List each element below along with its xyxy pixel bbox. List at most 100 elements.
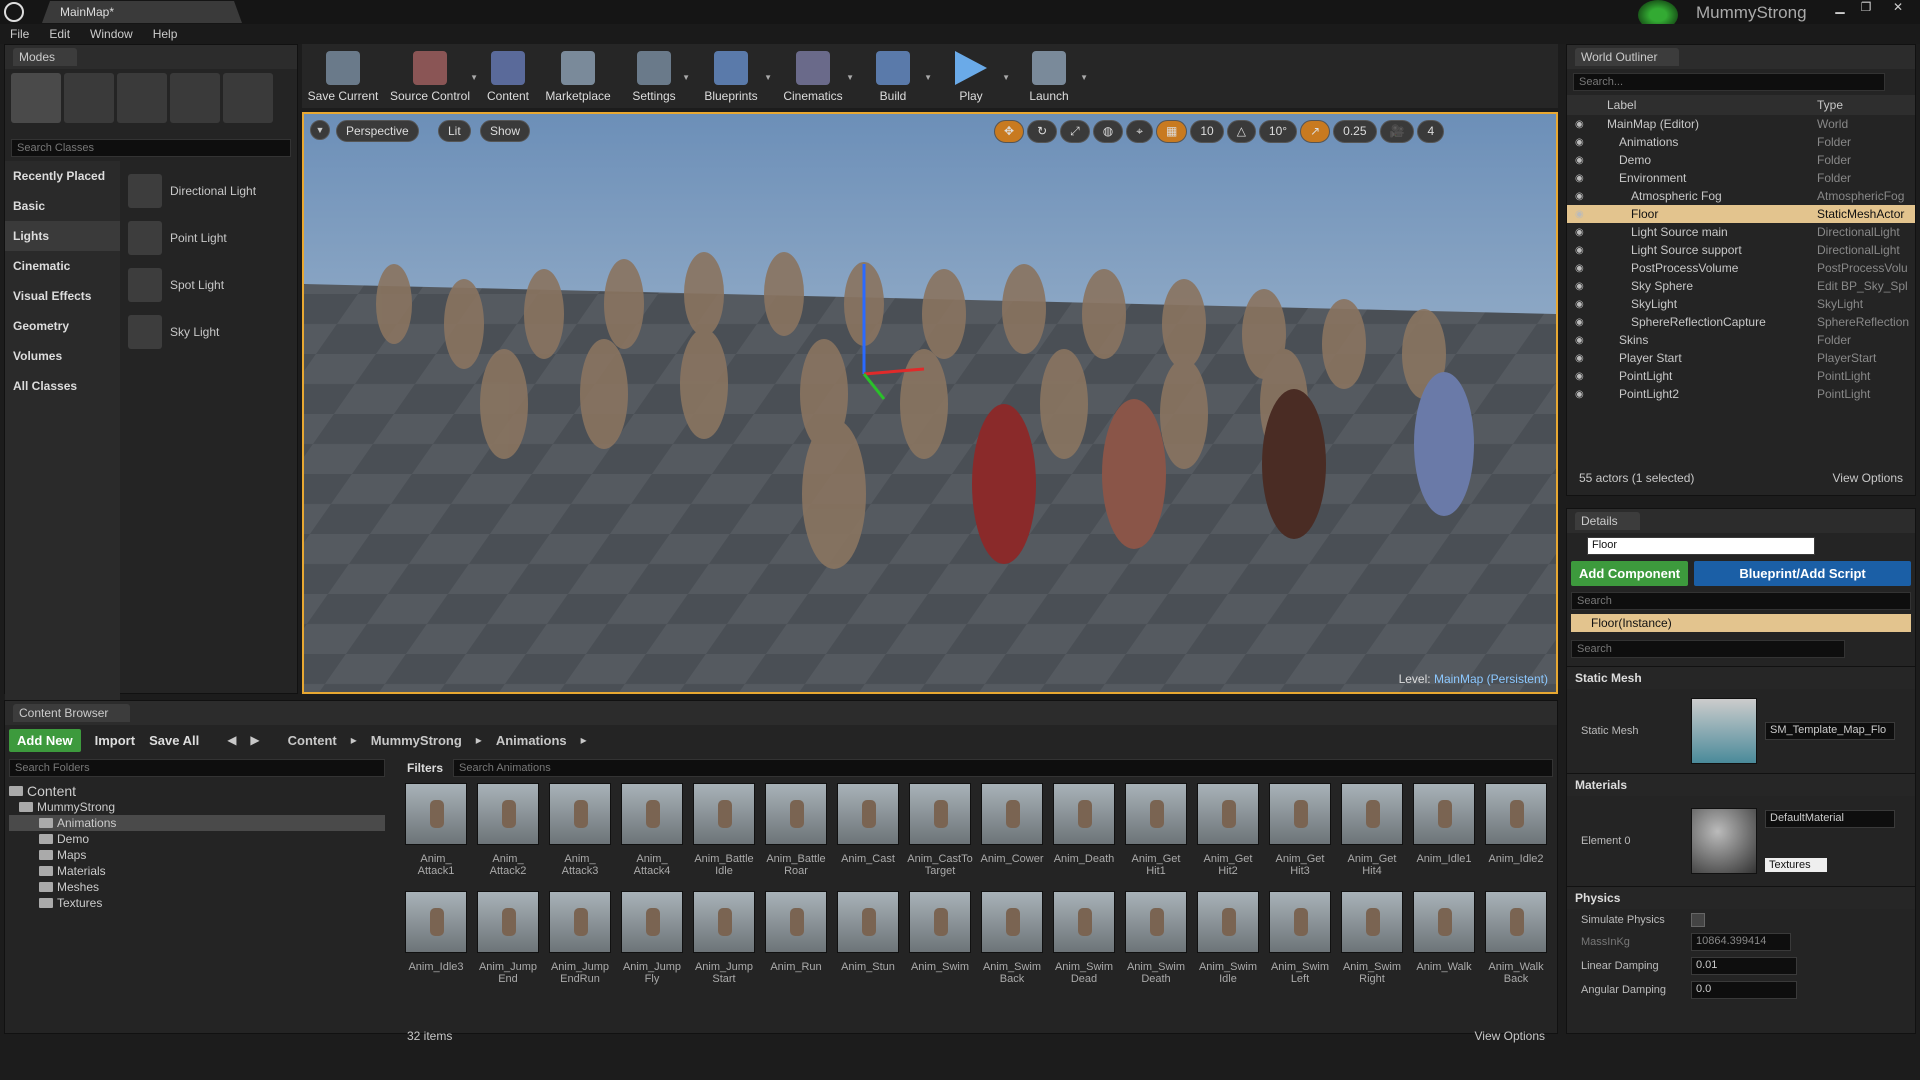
- back-icon[interactable]: ◀: [227, 733, 236, 747]
- outliner-row[interactable]: ◉ PointLight PointLight: [1567, 367, 1915, 385]
- category-volumes[interactable]: Volumes: [5, 341, 120, 371]
- asset-tile[interactable]: Anim_Get Hit4: [1339, 783, 1405, 891]
- details-property-search[interactable]: Search: [1571, 640, 1845, 658]
- outliner-view-options[interactable]: View Options: [1833, 471, 1903, 485]
- outliner-row[interactable]: ◉ Sky Sphere Edit BP_Sky_Spl: [1567, 277, 1915, 295]
- visibility-eye-icon[interactable]: ◉: [1575, 119, 1589, 130]
- close-icon[interactable]: ✕: [1880, 0, 1916, 16]
- minimize-icon[interactable]: ▁: [1828, 0, 1852, 16]
- asset-tile[interactable]: Anim_Walk Back: [1483, 891, 1549, 999]
- launch-button[interactable]: Launch ▼: [1010, 47, 1088, 105]
- category-geometry[interactable]: Geometry: [5, 311, 120, 341]
- asset-tile[interactable]: Anim_ Attack4: [619, 783, 685, 891]
- menu-edit[interactable]: Edit: [39, 24, 80, 44]
- menu-window[interactable]: Window: [80, 24, 143, 44]
- asset-tile[interactable]: Anim_Cower: [979, 783, 1045, 891]
- folder-mummystrong[interactable]: MummyStrong: [9, 799, 385, 815]
- scale-icon[interactable]: ⤢: [1060, 120, 1090, 143]
- source-control-button[interactable]: Source Control ▼: [382, 47, 478, 105]
- textures-dropdown[interactable]: Textures: [1765, 858, 1827, 872]
- blueprints-button[interactable]: Blueprints ▼: [690, 47, 772, 105]
- outliner-row[interactable]: ◉ Skins Folder: [1567, 331, 1915, 349]
- outliner-row[interactable]: ◉ Light Source support DirectionalLight: [1567, 241, 1915, 259]
- level-viewport[interactable]: ▼ Perspective Lit Show ✥ ↻ ⤢ ◍ ⌖ ▦ 10 △ …: [302, 112, 1558, 694]
- angular-damping-field[interactable]: 0.0: [1691, 981, 1797, 999]
- grid-snap-icon[interactable]: ▦: [1155, 120, 1188, 143]
- geometry-mode-icon[interactable]: [223, 73, 273, 123]
- asset-tile[interactable]: Anim_Idle1: [1411, 783, 1477, 891]
- visibility-eye-icon[interactable]: ◉: [1575, 389, 1589, 400]
- asset-tile[interactable]: Anim_Swim Back: [979, 891, 1045, 999]
- outliner-row[interactable]: ◉ Atmospheric Fog AtmosphericFog: [1567, 187, 1915, 205]
- foliage-mode-icon[interactable]: [170, 73, 220, 123]
- folder-meshes[interactable]: Meshes: [9, 879, 385, 895]
- camera-speed-value[interactable]: 4: [1417, 120, 1445, 143]
- component-instance-row[interactable]: Floor(Instance): [1571, 614, 1911, 632]
- play-button[interactable]: Play ▼: [932, 47, 1010, 105]
- asset-tile[interactable]: Anim_Idle3: [403, 891, 469, 999]
- outliner-row[interactable]: ◉ PostProcessVolume PostProcessVolu: [1567, 259, 1915, 277]
- actor-name-field[interactable]: Floor: [1587, 537, 1815, 555]
- place-mode-icon[interactable]: [11, 73, 61, 123]
- category-all-classes[interactable]: All Classes: [5, 371, 120, 401]
- outliner-row[interactable]: ◉ Player Start PlayerStart: [1567, 349, 1915, 367]
- simulate-physics-checkbox[interactable]: [1691, 913, 1705, 927]
- unreal-logo-icon[interactable]: [4, 2, 24, 22]
- marketplace-button[interactable]: Marketplace: [538, 47, 618, 105]
- physics-section[interactable]: Physics: [1567, 886, 1915, 909]
- rotate-icon[interactable]: ↻: [1027, 120, 1058, 143]
- lit-button[interactable]: Lit: [438, 120, 471, 142]
- cinematics-button[interactable]: Cinematics ▼: [772, 47, 854, 105]
- placeable-directional-light[interactable]: Directional Light: [120, 167, 297, 214]
- filters-button[interactable]: Filters: [403, 759, 447, 777]
- path-animations[interactable]: Animations: [496, 733, 567, 748]
- asset-tile[interactable]: Anim_Idle2: [1483, 783, 1549, 891]
- asset-tile[interactable]: Anim_ Attack1: [403, 783, 469, 891]
- rotation-snap-icon[interactable]: △: [1226, 120, 1256, 143]
- asset-tile[interactable]: Anim_CastTo Target: [907, 783, 973, 891]
- details-component-search[interactable]: Search: [1571, 592, 1911, 610]
- asset-tile[interactable]: Anim_ Attack2: [475, 783, 541, 891]
- outliner-row[interactable]: ◉ Environment Folder: [1567, 169, 1915, 187]
- world-local-icon[interactable]: ◍: [1092, 120, 1124, 143]
- visibility-eye-icon[interactable]: ◉: [1575, 137, 1589, 148]
- folder-maps[interactable]: Maps: [9, 847, 385, 863]
- outliner-search-input[interactable]: Search...: [1573, 73, 1885, 91]
- visibility-eye-icon[interactable]: ◉: [1575, 263, 1589, 274]
- visibility-eye-icon[interactable]: ◉: [1575, 209, 1589, 220]
- path-mummystrong[interactable]: MummyStrong: [371, 733, 462, 748]
- folder-content[interactable]: Content: [9, 783, 385, 799]
- column-type[interactable]: Type: [1817, 98, 1843, 112]
- outliner-row[interactable]: ◉ MainMap (Editor) World: [1567, 115, 1915, 133]
- viewport-options-button[interactable]: ▼: [310, 120, 330, 140]
- asset-tile[interactable]: Anim_Swim Death: [1123, 891, 1189, 999]
- build-button[interactable]: Build ▼: [854, 47, 932, 105]
- import-button[interactable]: Import: [95, 733, 135, 748]
- asset-tile[interactable]: Anim_Cast: [835, 783, 901, 891]
- static-mesh-picker[interactable]: SM_Template_Map_Flo: [1765, 722, 1895, 740]
- document-tab[interactable]: MainMap*: [42, 1, 242, 23]
- asset-tile[interactable]: Anim_Jump Start: [691, 891, 757, 999]
- forward-icon[interactable]: ▶: [250, 733, 259, 747]
- blueprint-add-script-button[interactable]: Blueprint/Add Script: [1694, 561, 1911, 586]
- asset-tile[interactable]: Anim_Jump EndRun: [547, 891, 613, 999]
- mass-field[interactable]: 10864.399414: [1691, 933, 1791, 951]
- modes-tab[interactable]: Modes: [5, 45, 297, 69]
- asset-tile[interactable]: Anim_Swim Right: [1339, 891, 1405, 999]
- visibility-eye-icon[interactable]: ◉: [1575, 173, 1589, 184]
- menu-help[interactable]: Help: [143, 24, 188, 44]
- save-all-button[interactable]: Save All: [149, 733, 199, 748]
- content-browser-tab[interactable]: Content Browser: [5, 701, 1557, 725]
- outliner-row[interactable]: ◉ Light Source main DirectionalLight: [1567, 223, 1915, 241]
- visibility-eye-icon[interactable]: ◉: [1575, 155, 1589, 166]
- content-button[interactable]: Content: [478, 47, 538, 105]
- asset-tile[interactable]: Anim_Get Hit3: [1267, 783, 1333, 891]
- paint-mode-icon[interactable]: [64, 73, 114, 123]
- linear-damping-field[interactable]: 0.01: [1691, 957, 1797, 975]
- asset-tile[interactable]: Anim_Get Hit1: [1123, 783, 1189, 891]
- folder-animations[interactable]: Animations: [9, 815, 385, 831]
- search-folders-input[interactable]: Search Folders: [9, 759, 385, 777]
- search-classes-input[interactable]: Search Classes: [11, 139, 291, 157]
- settings-button[interactable]: Settings ▼: [618, 47, 690, 105]
- scale-snap-value[interactable]: 0.25: [1333, 120, 1377, 143]
